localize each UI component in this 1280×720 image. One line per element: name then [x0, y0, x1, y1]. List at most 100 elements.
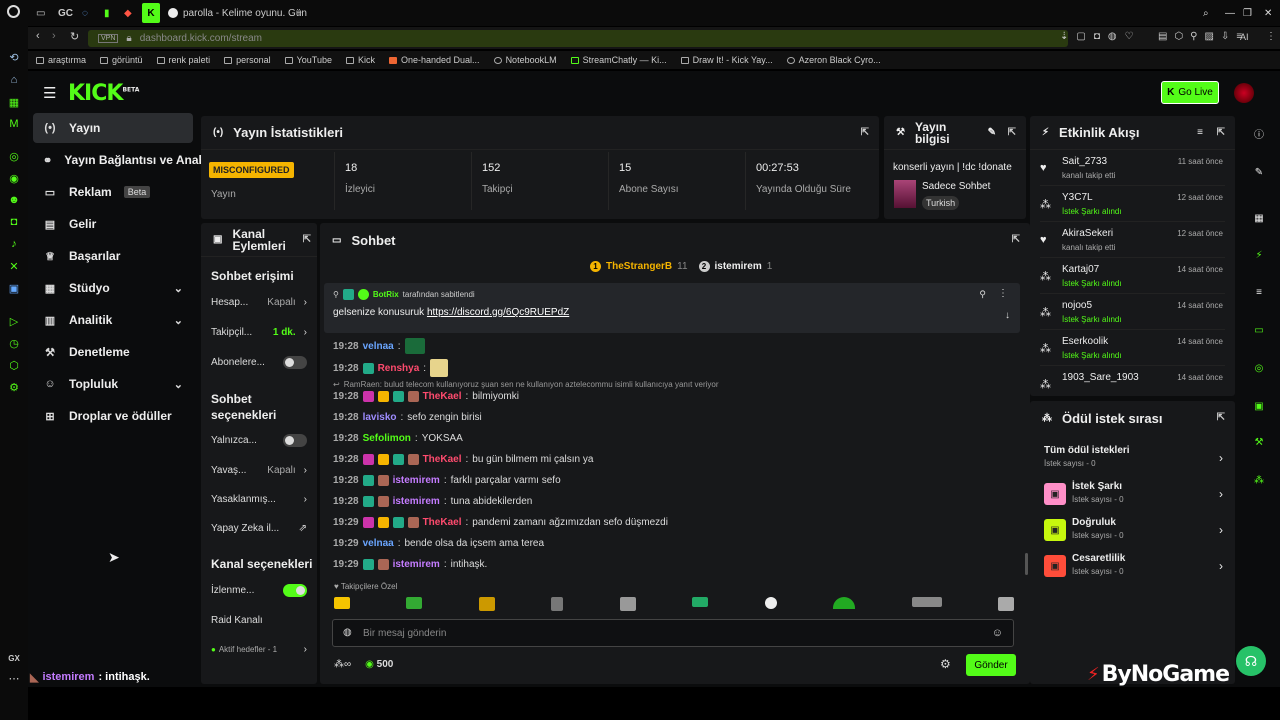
- chat-icon[interactable]: ▭: [1250, 321, 1268, 339]
- history-icon[interactable]: ◷: [6, 335, 22, 351]
- nav-droplar[interactable]: ⊞ Droplar ve ödüller: [33, 401, 193, 431]
- popout-icon[interactable]: ⇱: [1217, 412, 1225, 423]
- bookmark[interactable]: One-handed Dual...: [389, 55, 480, 65]
- msg-user[interactable]: TheKael: [423, 454, 462, 465]
- gx-control-icon[interactable]: ▦: [6, 94, 22, 110]
- tab-kick-icon[interactable]: K: [142, 3, 160, 23]
- event-user[interactable]: nojoo5: [1062, 300, 1092, 311]
- aria-icon[interactable]: ⌂: [6, 72, 22, 88]
- nav-analitik[interactable]: ▥ Analitik ⌄: [33, 305, 193, 335]
- go-live-button[interactable]: K Go Live: [1161, 81, 1219, 104]
- subscribers-toggle[interactable]: [283, 356, 307, 369]
- popout-icon[interactable]: ⇱: [1012, 234, 1020, 245]
- emote-icon[interactable]: [764, 597, 777, 609]
- popout-icon[interactable]: ⇱: [303, 234, 311, 246]
- stats-icon[interactable]: ▦: [1250, 209, 1268, 227]
- nav-gelir[interactable]: ▤ Gelir: [33, 209, 193, 239]
- bookmark[interactable]: StreamChatly — Ki...: [570, 55, 667, 65]
- collapse-arrow-icon[interactable]: ↓: [1005, 310, 1010, 321]
- tab-pinned-icon[interactable]: ▮: [104, 3, 110, 23]
- reward-all[interactable]: Tüm ödül istekleri İstek sayısı - 0 ›: [1044, 443, 1223, 473]
- info-icon[interactable]: ⓘ: [1250, 124, 1268, 142]
- top-chatter-name[interactable]: istemirem: [715, 261, 762, 272]
- messenger-icon[interactable]: ◎: [6, 148, 22, 164]
- msg-user[interactable]: Sefolimon: [363, 433, 411, 444]
- toolbox-icon[interactable]: ▣: [1250, 397, 1268, 415]
- nav-studyo[interactable]: ▦ Stüdyo ⌄: [33, 273, 193, 303]
- nav-yayin[interactable]: (•) Yayın: [33, 113, 193, 143]
- top-chatter-name[interactable]: TheStrangerB: [606, 261, 672, 272]
- emote-icon[interactable]: [997, 597, 1014, 611]
- bookmark[interactable]: NotebookLM: [493, 55, 557, 65]
- bookmark[interactable]: personal: [224, 55, 271, 65]
- lightning-icon[interactable]: ⚡︎: [1250, 246, 1268, 264]
- ai-moderation-row[interactable]: Yapay Zeka il... ⇗: [211, 523, 307, 534]
- wrench-icon[interactable]: ⚒: [1250, 433, 1268, 451]
- reward-icon[interactable]: ⁂: [1250, 471, 1268, 489]
- reward-cesaretlilik[interactable]: ▣ Cesaretlilik İstek sayısı - 0 ›: [1044, 551, 1223, 581]
- raid-channel-row[interactable]: Raid Kanalı: [211, 615, 307, 626]
- new-tab-button[interactable]: +: [296, 3, 302, 23]
- msg-user[interactable]: velnaa: [363, 538, 394, 549]
- active-goals-row[interactable]: ● Aktif hedefler - 1 ›: [211, 644, 307, 655]
- bookmark[interactable]: renk paleti: [156, 55, 210, 65]
- edit-icon[interactable]: ✎: [1250, 163, 1268, 181]
- nav-topluluk[interactable]: ☺ Topluluk ⌄: [33, 369, 193, 399]
- bookmark[interactable]: araştırma: [36, 55, 86, 65]
- event-user[interactable]: Kartaj07: [1062, 264, 1099, 275]
- emote-icon[interactable]: [619, 597, 636, 611]
- more-icon[interactable]: ⋯: [6, 670, 22, 686]
- msg-user[interactable]: TheKael: [423, 517, 462, 528]
- filter-icon[interactable]: ≡: [1197, 127, 1203, 138]
- emote-icon[interactable]: [551, 597, 564, 611]
- msg-user[interactable]: istemirem: [393, 496, 440, 507]
- reward-istek-sarki[interactable]: ▣ İstek Şarkı İstek sayısı - 0 ›: [1044, 479, 1223, 509]
- bookmark[interactable]: Azeron Black Cyro...: [786, 55, 881, 65]
- pinned-by-user[interactable]: BotRix: [373, 290, 399, 299]
- speed-dial-icon[interactable]: ⟲: [6, 49, 22, 65]
- forward-icon[interactable]: ›: [52, 30, 56, 42]
- emote-icon[interactable]: [334, 597, 350, 609]
- player-icon[interactable]: ▷: [6, 313, 22, 329]
- tab-gc[interactable]: GC: [58, 3, 73, 23]
- account-age-row[interactable]: Hesap... Kapalı ›: [211, 297, 307, 308]
- unpin-icon[interactable]: ⚲: [979, 289, 986, 300]
- emote-icon[interactable]: [406, 597, 423, 609]
- scrollbar[interactable]: [1025, 553, 1028, 575]
- popout-icon[interactable]: ⇱: [861, 127, 869, 138]
- msg-user[interactable]: velnaa: [363, 341, 394, 352]
- bookmark[interactable]: YouTube: [284, 55, 332, 65]
- msg-user[interactable]: istemirem: [393, 559, 440, 570]
- kick-logo[interactable]: KICKBETA: [68, 81, 139, 106]
- url-field[interactable]: VPN 🔒︎ dashboard.kick.com/stream: [88, 30, 1068, 47]
- category-name[interactable]: Sadece Sohbet: [922, 181, 990, 192]
- x-icon[interactable]: ✕: [6, 258, 22, 274]
- event-user[interactable]: 1903_Sare_1903: [1062, 372, 1139, 383]
- emote-icon[interactable]: [911, 597, 942, 607]
- vpn-badge[interactable]: VPN: [98, 34, 119, 43]
- bookmark[interactable]: Draw It! - Kick Yay...: [680, 55, 773, 65]
- popout-icon[interactable]: ⇱: [1008, 127, 1016, 139]
- emote-icon[interactable]: [833, 597, 856, 609]
- popout-icon[interactable]: ⇱: [1217, 127, 1225, 138]
- nav-basarilar[interactable]: ♕ Başarılar: [33, 241, 193, 271]
- settings-icon[interactable]: ⚙: [6, 379, 22, 395]
- rewards-infinity-icon[interactable]: ⁂∞: [334, 659, 351, 670]
- msg-user[interactable]: Renshya: [378, 363, 420, 374]
- workspace-icon[interactable]: ▭: [36, 3, 45, 23]
- chat-input[interactable]: ◍ Bir mesaj gönderin ☺: [332, 619, 1014, 647]
- nav-denetleme[interactable]: ⚒ Denetleme: [33, 337, 193, 367]
- menu-icon[interactable]: ⋮: [1266, 31, 1276, 42]
- bookmark[interactable]: görüntü: [100, 55, 143, 65]
- stream-icon[interactable]: ◎: [1250, 359, 1268, 377]
- mature-toggle[interactable]: [283, 584, 307, 597]
- reward-dogruluk[interactable]: ▣ Doğruluk İstek sayısı - 0 ›: [1044, 515, 1223, 545]
- restore-icon[interactable]: ❐: [1243, 3, 1252, 23]
- ai-button[interactable]: AI: [1240, 32, 1249, 42]
- vk-icon[interactable]: ▣: [6, 280, 22, 296]
- minimize-icon[interactable]: —: [1225, 3, 1235, 23]
- msg-user[interactable]: lavisko: [363, 412, 397, 423]
- nav-yayin-baglantisi[interactable]: ⚭ Yayın Bağlantısı ve Anahtar: [33, 145, 221, 175]
- reload-icon[interactable]: ↻: [70, 30, 79, 43]
- discord-icon[interactable]: ☻: [6, 192, 22, 208]
